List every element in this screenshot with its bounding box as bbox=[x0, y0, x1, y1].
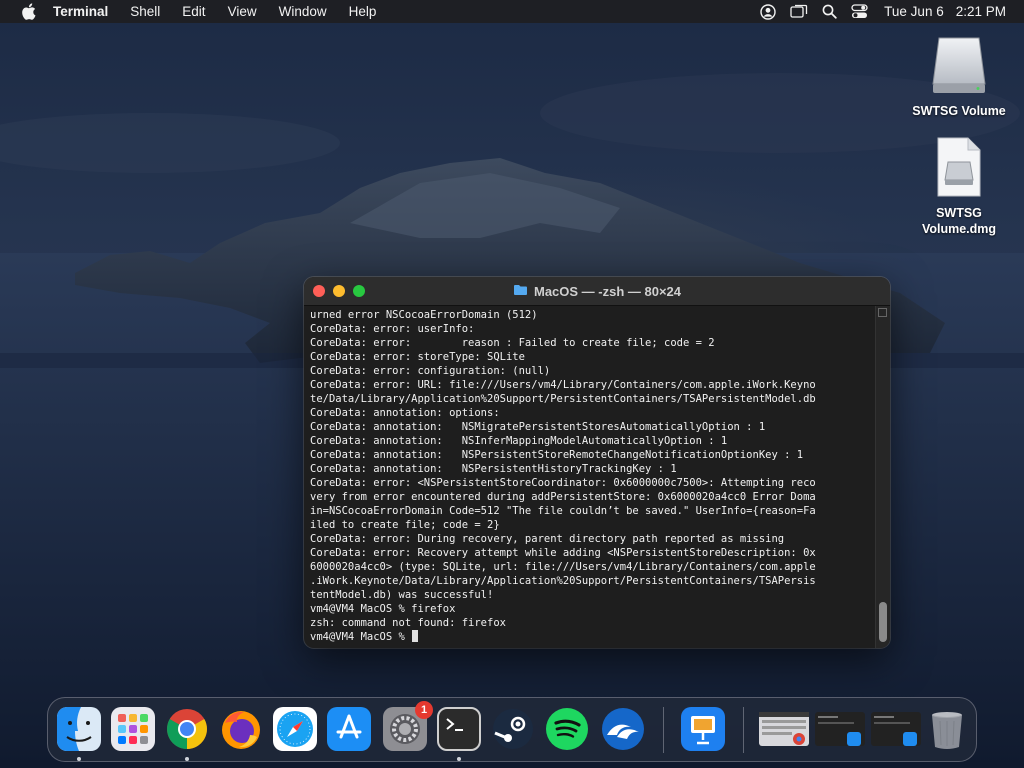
spotify-icon bbox=[546, 708, 588, 750]
finder-icon bbox=[57, 707, 101, 751]
dock-terminal[interactable] bbox=[437, 707, 481, 751]
finder-window-thumbnail-1 bbox=[818, 716, 861, 746]
dock-firefox[interactable] bbox=[219, 707, 263, 751]
chrome-window-thumbnail bbox=[759, 712, 809, 745]
terminal-line: urned error NSCocoaErrorDomain (512) bbox=[310, 309, 538, 321]
zoom-window-button[interactable] bbox=[353, 285, 365, 297]
terminal-line: CoreData: error: userInfo: bbox=[310, 323, 475, 335]
scrollbar-thumb[interactable] bbox=[879, 602, 887, 642]
dock-system-preferences[interactable]: 1 bbox=[383, 701, 433, 751]
running-indicator bbox=[457, 757, 461, 761]
control-center-icon[interactable] bbox=[851, 4, 868, 19]
dock-separator bbox=[743, 707, 744, 753]
dock-openoffice[interactable] bbox=[601, 707, 645, 751]
user-account-icon[interactable] bbox=[760, 3, 776, 20]
terminal-line: CoreData: error: URL: file:///Users/vm4/… bbox=[310, 379, 816, 391]
disk-image-icon bbox=[934, 136, 984, 201]
terminal-title-bar[interactable]: MacOS — -zsh — 80×24 bbox=[304, 277, 890, 306]
terminal-prompt-line[interactable]: vm4@VM4 MacOS % bbox=[310, 630, 874, 644]
safari-icon bbox=[277, 711, 313, 747]
dock: 1 bbox=[47, 697, 977, 762]
terminal-line: CoreData: error: During recovery, parent… bbox=[310, 533, 785, 545]
menu-edit[interactable]: Edit bbox=[182, 4, 205, 19]
menu-view[interactable]: View bbox=[228, 4, 257, 19]
dock-keynote[interactable] bbox=[681, 707, 725, 751]
spotlight-search-icon[interactable] bbox=[822, 4, 837, 19]
firefox-icon bbox=[222, 711, 260, 749]
close-window-button[interactable] bbox=[313, 285, 325, 297]
terminal-line: CoreData: annotation: NSInferMappingMode… bbox=[310, 435, 728, 447]
menu-app-name[interactable]: Terminal bbox=[53, 4, 108, 19]
dock-spotify[interactable] bbox=[545, 707, 589, 751]
menu-shell[interactable]: Shell bbox=[130, 4, 160, 19]
openoffice-icon bbox=[602, 708, 644, 750]
dock-trash[interactable] bbox=[925, 707, 969, 751]
folder-icon bbox=[513, 284, 528, 299]
terminal-line: vm4@VM4 MacOS % firefox bbox=[310, 603, 456, 615]
terminal-scrollbar[interactable] bbox=[875, 306, 890, 648]
dock-steam[interactable] bbox=[491, 707, 535, 751]
terminal-line: in=NSCocoaErrorDomain Code=512 "The file… bbox=[310, 505, 816, 517]
minimized-window-chrome[interactable] bbox=[759, 712, 809, 746]
dock-finder[interactable] bbox=[57, 707, 101, 751]
dock-launchpad[interactable] bbox=[111, 707, 155, 751]
dock-chrome[interactable] bbox=[165, 707, 209, 751]
terminal-line: zsh: command not found: firefox bbox=[310, 617, 506, 629]
chrome-icon bbox=[167, 709, 207, 749]
menu-help[interactable]: Help bbox=[349, 4, 377, 19]
terminal-line: very from error encountered during addPe… bbox=[310, 491, 816, 503]
terminal-line: CoreData: error: reason : Failed to crea… bbox=[310, 337, 715, 349]
dock-safari[interactable] bbox=[273, 707, 317, 751]
terminal-icon bbox=[446, 718, 463, 731]
running-indicator bbox=[77, 757, 81, 761]
terminal-line: CoreData: annotation: NSMigratePersisten… bbox=[310, 421, 766, 433]
terminal-line: CoreData: error: Recovery attempt while … bbox=[310, 547, 816, 559]
terminal-line: te/Data/Library/Application%20Support/Pe… bbox=[310, 393, 816, 405]
terminal-line: 6000020a4cc0> (type: SQLite, url: file:/… bbox=[310, 561, 816, 573]
terminal-line: iled to create file; code = 2} bbox=[310, 519, 500, 531]
menu-window[interactable]: Window bbox=[279, 4, 327, 19]
desktop-icon-label: SWTSG Volume.dmg bbox=[921, 206, 997, 236]
launchpad-icon bbox=[118, 714, 148, 744]
app-store-icon bbox=[327, 707, 371, 751]
drive-icon bbox=[929, 34, 989, 99]
desktop-icon-label: SWTSG Volume bbox=[912, 104, 1006, 118]
scroll-indicator-icon bbox=[878, 308, 887, 317]
terminal-line: CoreData: annotation: options: bbox=[310, 407, 500, 419]
screen-mirroring-icon[interactable] bbox=[790, 4, 808, 19]
steam-icon bbox=[493, 709, 533, 749]
terminal-output[interactable]: urned error NSCocoaErrorDomain (512) Core… bbox=[304, 306, 874, 648]
menubar-date[interactable]: Tue Jun 6 bbox=[884, 4, 944, 19]
terminal-prompt: vm4@VM4 MacOS % bbox=[310, 631, 412, 643]
terminal-window[interactable]: MacOS — -zsh — 80×24 urned error NSCocoa… bbox=[304, 277, 890, 648]
terminal-line: CoreData: error: <NSPersistentStoreCoord… bbox=[310, 477, 816, 489]
finder-window-thumbnail-2 bbox=[874, 716, 917, 746]
terminal-line: CoreData: error: configuration: (null) bbox=[310, 365, 551, 377]
apple-menu-icon[interactable] bbox=[19, 3, 37, 21]
running-indicator bbox=[185, 757, 189, 761]
minimized-window-finder-2[interactable] bbox=[871, 712, 921, 746]
notification-badge: 1 bbox=[415, 701, 433, 719]
minimized-window-finder-1[interactable] bbox=[815, 712, 865, 746]
keynote-icon bbox=[691, 716, 715, 745]
desktop-icon-swtsg-volume-dmg[interactable]: SWTSG Volume.dmg bbox=[904, 136, 1014, 237]
minimize-window-button[interactable] bbox=[333, 285, 345, 297]
menu-bar: Terminal Shell Edit View Window Help Tue… bbox=[0, 0, 1024, 23]
terminal-line: CoreData: annotation: NSPersistentStoreR… bbox=[310, 449, 804, 461]
terminal-line: .iWork.Keynote/Data/Library/Application%… bbox=[310, 575, 816, 587]
terminal-line: tentModel.db) was successful! bbox=[310, 589, 494, 601]
terminal-title: MacOS — -zsh — 80×24 bbox=[533, 283, 682, 299]
terminal-line: CoreData: error: storeType: SQLite bbox=[310, 351, 525, 363]
trash-icon bbox=[932, 712, 962, 749]
text-cursor bbox=[412, 630, 419, 642]
dock-separator bbox=[663, 707, 664, 753]
menubar-time[interactable]: 2:21 PM bbox=[956, 4, 1006, 19]
terminal-line: CoreData: annotation: NSPersistentHistor… bbox=[310, 463, 677, 475]
desktop-icon-swtsg-volume[interactable]: SWTSG Volume bbox=[904, 34, 1014, 119]
dock-app-store[interactable] bbox=[327, 707, 371, 751]
